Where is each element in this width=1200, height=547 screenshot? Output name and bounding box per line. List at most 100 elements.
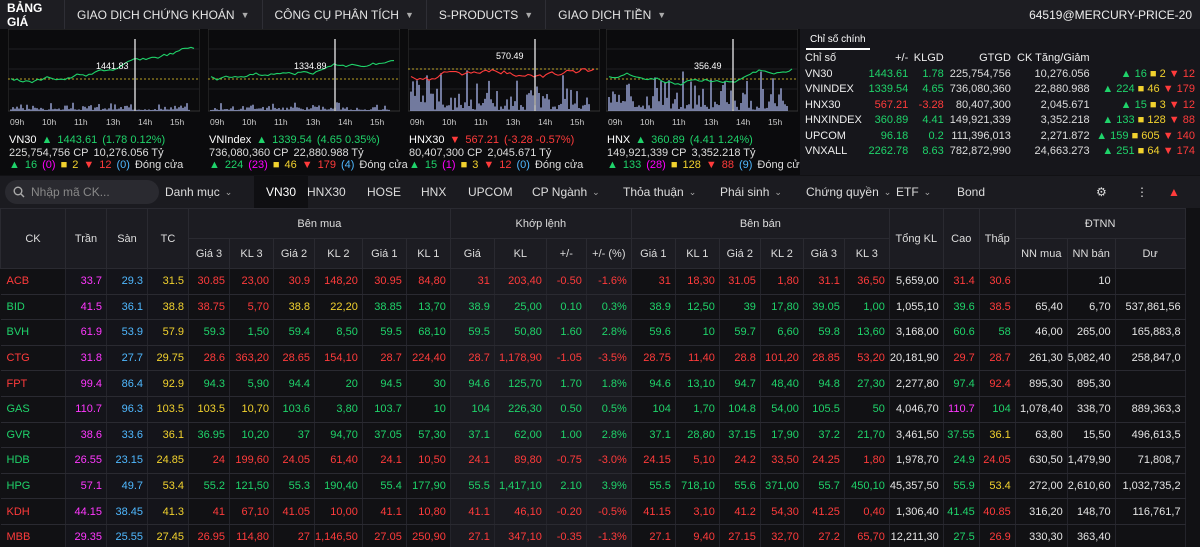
cell--: 2.8% bbox=[586, 319, 632, 346]
col-header[interactable]: KL 2 bbox=[314, 238, 363, 269]
arrow-up-icon[interactable]: ▲ bbox=[1168, 176, 1180, 208]
table-row[interactable]: FPT 99.4 86.4 92.9 94.3 5,90 94.4 20 94.5 30 94.6 1… bbox=[0, 370, 1186, 397]
cell-t-ng-kl: 2,277,80 bbox=[889, 370, 944, 397]
tab-ph-i-sinh[interactable]: Phái sinh ⌄ bbox=[720, 176, 782, 208]
table-row[interactable]: GAS 110.7 96.3 103.5 103.5 10,70 103.6 3,80 103.… bbox=[0, 396, 1186, 423]
col-header[interactable]: Giá bbox=[449, 238, 495, 269]
tab-vn30[interactable]: VN30 bbox=[254, 176, 309, 208]
index-row[interactable]: UPCOM 96.18 0.2 111,396,013 2,271.872 ▲ 159 ■… bbox=[800, 128, 1200, 144]
table-row[interactable]: BID 41.5 36.1 38.8 38.75 5,70 38.8 22,20 38.85 13… bbox=[0, 294, 1186, 321]
col-header[interactable]: Giá 2 bbox=[718, 238, 761, 269]
index-row[interactable]: HNXINDEX 360.89 4.41 149,921,339 3,352.218 ▲ … bbox=[800, 113, 1200, 129]
cell--: 0.10 bbox=[546, 294, 587, 321]
index-row[interactable]: HNX30 567.21 -3.28 80,407,300 2,045.671 ▲ 15 … bbox=[800, 97, 1200, 113]
tab-cp-ng-nh[interactable]: CP Ngành ⌄ bbox=[532, 176, 600, 208]
table-row[interactable]: GVR 38.6 33.6 36.1 36.95 10,20 37 94,70 37.05 57,… bbox=[0, 422, 1186, 449]
col-header[interactable]: Giá 3 bbox=[188, 238, 230, 269]
nav-brand-price-board[interactable]: BẢNG GIÁ bbox=[0, 1, 64, 29]
square-icon: ■ bbox=[1134, 145, 1148, 158]
col-header[interactable]: NN bán bbox=[1066, 238, 1116, 269]
stock-symbol[interactable]: BID bbox=[0, 294, 66, 321]
col-header[interactable]: NN mua bbox=[1014, 238, 1068, 269]
stock-symbol[interactable]: KDH bbox=[0, 498, 66, 525]
settings-icon[interactable]: ⚙ bbox=[1096, 176, 1107, 208]
col-header[interactable]: Sàn bbox=[106, 208, 148, 269]
cell-tc: 103.5 bbox=[147, 396, 189, 423]
table-row[interactable]: CTG 31.8 27.7 29.75 28.6 363,20 28.65 154,10 28.… bbox=[0, 345, 1186, 372]
table-row[interactable]: KDH 44.15 38.45 41.3 41 67,10 41.05 10,00 41.1 10… bbox=[0, 498, 1186, 525]
col-header[interactable]: +/- bbox=[545, 238, 587, 269]
index-value-traded: 22,880.988 bbox=[1034, 83, 1090, 96]
cell-t-ng-kl: 1,055,10 bbox=[889, 294, 944, 321]
square-icon: ■ bbox=[1134, 83, 1148, 96]
table-row[interactable]: MBB 29.35 25.55 27.45 26.95 114,80 27 1,146,50 2… bbox=[0, 524, 1186, 547]
col-header[interactable]: Giá 3 bbox=[802, 238, 845, 269]
col-header[interactable]: KL 3 bbox=[229, 238, 274, 269]
nav-menu-sproducts[interactable]: S-PRODUCTS ▼ bbox=[425, 0, 545, 31]
index-row[interactable]: VNXALL 2262.78 8.63 782,872,990 24,663.273 ▲ … bbox=[800, 144, 1200, 160]
col-header[interactable]: Thấp bbox=[978, 208, 1016, 269]
tab-th-a-thu-n[interactable]: Thỏa thuận ⌄ bbox=[623, 176, 696, 208]
mini-chart-hnx[interactable]: 356.49 09h 10h 11h 13h 14h 15h HNX ▲ 360.89 (4.41 … bbox=[602, 29, 806, 175]
col-header[interactable]: Cao bbox=[942, 208, 980, 269]
index-name: VN30 bbox=[805, 67, 833, 80]
index-row[interactable]: VN30 1443.61 1.78 225,754,756 10,276.056 ▲ 16… bbox=[800, 66, 1200, 82]
mini-chart-hnx30[interactable]: 570.49 09h 10h 11h 13h 14h 15h HNX30 ▼ 567.21 (-3.… bbox=[404, 29, 600, 175]
col-header[interactable]: +/- (%) bbox=[585, 238, 632, 269]
cell-gi-3: 28.6 bbox=[188, 345, 230, 372]
tab-hose[interactable]: HOSE bbox=[367, 176, 401, 208]
col-header[interactable]: Giá 1 bbox=[361, 238, 407, 269]
table-row[interactable]: HPG 57.1 49.7 53.4 55.2 121,50 55.3 190,40 55.4 1… bbox=[0, 473, 1186, 500]
table-row[interactable]: BVH 61.9 53.9 57.9 59.3 1,50 59.4 8,50 59.5 68,10… bbox=[0, 319, 1186, 346]
search-input[interactable]: Nhập mã CK... bbox=[31, 185, 110, 199]
advancers-count: 15 bbox=[1134, 98, 1147, 111]
col-header[interactable]: Dư bbox=[1114, 238, 1186, 269]
stock-symbol[interactable]: HDB bbox=[0, 447, 66, 474]
stock-symbol[interactable]: GVR bbox=[0, 422, 66, 449]
col-header[interactable]: KL 3 bbox=[843, 238, 890, 269]
nav-menu-trading[interactable]: GIAO DỊCH CHỨNG KHOÁN ▼ bbox=[64, 0, 262, 31]
stock-symbol[interactable]: HPG bbox=[0, 473, 66, 500]
mini-chart-vnindex[interactable]: 1334.89 09h 10h 11h 13h 14h 15h VNIndex ▲ 1339.54… bbox=[204, 29, 408, 175]
tab-etf[interactable]: ETF ⌄ bbox=[896, 176, 931, 208]
col-header[interactable]: Tổng KL bbox=[888, 208, 944, 269]
tab-hnx30[interactable]: HNX30 bbox=[307, 176, 346, 208]
mini-chart-vn30[interactable]: 1441.83 09h 10h 11h 13h 14h 15h VN30 ▲ 1443.61 (1.… bbox=[4, 29, 200, 175]
nav-menu-analysis[interactable]: CÔNG CỤ PHÂN TÍCH ▼ bbox=[261, 0, 426, 31]
stock-symbol[interactable]: MBB bbox=[0, 524, 66, 547]
stock-symbol[interactable]: GAS bbox=[0, 396, 66, 423]
chevron-down-icon: ▼ bbox=[240, 10, 250, 20]
table-row[interactable]: HDB 26.55 23.15 24.85 24 199,60 24.05 61,40 24.1… bbox=[0, 447, 1186, 474]
stock-symbol[interactable]: ACB bbox=[0, 268, 66, 295]
index-row[interactable]: VNINDEX 1339.54 4.65 736,080,360 22,880.988 ▲… bbox=[800, 82, 1200, 98]
col-header[interactable]: KL 2 bbox=[759, 238, 804, 269]
col-header[interactable]: Trần bbox=[65, 208, 107, 269]
stock-search[interactable]: Nhập mã CK... bbox=[5, 180, 159, 204]
tab-ch-ng-quy-n[interactable]: Chứng quyền ⌄ bbox=[806, 176, 891, 208]
tab-hnx[interactable]: HNX bbox=[421, 176, 446, 208]
nav-menu-cash[interactable]: GIAO DỊCH TIỀN ▼ bbox=[545, 0, 678, 31]
cell-kl-1: 250,90 bbox=[406, 524, 451, 547]
user-account[interactable]: 64519@MERCURY-PRICE-20 bbox=[1029, 8, 1200, 22]
col-header[interactable]: Giá 1 bbox=[630, 238, 676, 269]
col-header[interactable]: KL 1 bbox=[405, 238, 451, 269]
board-tab-bar: Nhập mã CK... Danh mục ⌄ VN30 HNX30 HOSE HNX U… bbox=[0, 176, 1200, 208]
col-header[interactable]: KL 1 bbox=[674, 238, 720, 269]
tab-bond[interactable]: Bond bbox=[957, 176, 985, 208]
tab-upcom[interactable]: UPCOM bbox=[468, 176, 513, 208]
index-volume: 111,396,013 bbox=[951, 129, 1011, 142]
tab-danh-m-c[interactable]: Danh mục ⌄ bbox=[165, 176, 232, 208]
index-panel-tab[interactable]: Chỉ số chính bbox=[806, 31, 870, 50]
col-header[interactable]: KL bbox=[493, 238, 547, 269]
arrow-up-icon: ▲ bbox=[635, 134, 647, 146]
col-header[interactable]: TC bbox=[147, 208, 189, 269]
stock-symbol[interactable]: CTG bbox=[0, 345, 66, 372]
col-header[interactable]: Giá 2 bbox=[273, 238, 315, 269]
cell-cao: 29.7 bbox=[943, 345, 980, 372]
stock-symbol[interactable]: BVH bbox=[0, 319, 66, 346]
stock-symbol[interactable]: FPT bbox=[0, 370, 66, 397]
decliners-count: 179 bbox=[317, 159, 336, 171]
more-vertical-icon[interactable]: ⋮ bbox=[1136, 176, 1148, 208]
col-header[interactable]: CK bbox=[0, 208, 66, 269]
table-row[interactable]: ACB 33.7 29.3 31.5 30.85 23,00 30.9 148,20 30.95… bbox=[0, 268, 1186, 295]
